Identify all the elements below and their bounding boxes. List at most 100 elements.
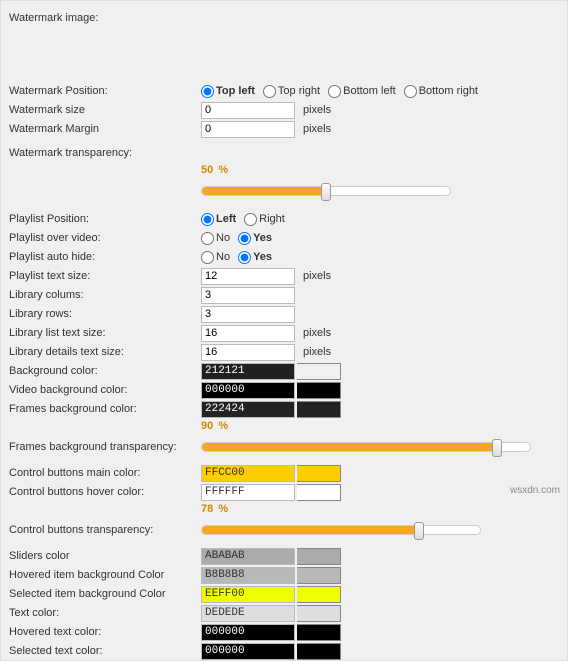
input-library-rows[interactable]: [201, 306, 295, 323]
swatch-selected-item-bg[interactable]: [297, 586, 341, 603]
input-library-list-text-size[interactable]: [201, 325, 295, 342]
footer-watermark: wsxdn.com: [510, 485, 560, 496]
row-frames-transparency: Frames background transparency:: [9, 438, 559, 456]
label-playlist-over-video: Playlist over video:: [9, 232, 201, 244]
value-control-transparency: 78 %: [201, 503, 559, 515]
radio-over-yes[interactable]: Yes: [238, 232, 272, 245]
slider-control-transparency[interactable]: [201, 522, 481, 538]
radio-bottom-right[interactable]: Bottom right: [404, 85, 478, 98]
radio-over-no[interactable]: No: [201, 232, 230, 245]
swatch-control-hover-color[interactable]: [297, 484, 341, 501]
row-background-color: Background color:: [9, 362, 559, 380]
label-playlist-position: Playlist Position:: [9, 213, 201, 225]
swatch-text-color[interactable]: [297, 605, 341, 622]
row-selected-text-color: Selected text color:: [9, 642, 559, 660]
input-background-color[interactable]: [201, 363, 295, 380]
radio-auto-yes[interactable]: Yes: [238, 251, 272, 264]
slider-watermark-transparency[interactable]: [201, 183, 451, 199]
label-watermark-position: Watermark Position:: [9, 85, 201, 97]
row-control-hover-color: Control buttons hover color:: [9, 483, 559, 501]
row-library-list-text-size: Library list text size: pixels: [9, 324, 559, 342]
input-watermark-size[interactable]: [201, 102, 295, 119]
swatch-video-background-color[interactable]: [297, 382, 341, 399]
input-watermark-margin[interactable]: [201, 121, 295, 138]
input-playlist-text-size[interactable]: [201, 268, 295, 285]
swatch-hovered-text-color[interactable]: [297, 624, 341, 641]
row-watermark-position: Watermark Position: Top left Top right B…: [9, 82, 559, 100]
value-watermark-transparency: 50 %: [201, 164, 559, 176]
label-library-rows: Library rows:: [9, 308, 201, 320]
swatch-frames-background-color[interactable]: [297, 401, 341, 418]
label-control-transparency: Control buttons transparency:: [9, 524, 201, 536]
radio-bottom-left-label: Bottom left: [343, 85, 396, 97]
unit-pixels: pixels: [303, 123, 331, 135]
label-hovered-text-color: Hovered text color:: [9, 626, 201, 638]
row-watermark-transparency: Watermark transparency:: [9, 144, 559, 162]
row-watermark-image: Watermark image:: [9, 9, 559, 27]
row-selected-item-bg: Selected item background Color: [9, 585, 559, 603]
row-frames-background-color: Frames background color:: [9, 400, 559, 418]
label-control-hover-color: Control buttons hover color:: [9, 486, 201, 498]
settings-panel: Watermark image: Watermark Position: Top…: [0, 0, 568, 661]
row-text-color: Text color:: [9, 604, 559, 622]
label-selected-text-color: Selected text color:: [9, 645, 201, 657]
input-library-details-text-size[interactable]: [201, 344, 295, 361]
radio-over-yes-label: Yes: [253, 232, 272, 244]
label-hovered-item-bg: Hovered item background Color: [9, 569, 201, 581]
slider-frames-transparency[interactable]: [201, 439, 531, 455]
input-sliders-color[interactable]: [201, 548, 295, 565]
row-control-transparency: Control buttons transparency:: [9, 521, 559, 539]
input-selected-item-bg[interactable]: [201, 586, 295, 603]
radio-right[interactable]: Right: [244, 213, 285, 226]
value-frames-transparency: 90 %: [201, 420, 559, 432]
label-library-columns: Library colums:: [9, 289, 201, 301]
label-frames-transparency: Frames background transparency:: [9, 441, 201, 453]
row-library-details-text-size: Library details text size: pixels: [9, 343, 559, 361]
radio-left-label: Left: [216, 213, 236, 225]
radio-bottom-left[interactable]: Bottom left: [328, 85, 396, 98]
radio-top-left[interactable]: Top left: [201, 85, 255, 98]
radio-auto-no-label: No: [216, 251, 230, 263]
radio-top-right[interactable]: Top right: [263, 85, 320, 98]
input-frames-background-color[interactable]: [201, 401, 295, 418]
input-video-background-color[interactable]: [201, 382, 295, 399]
label-control-main-color: Control buttons main color:: [9, 467, 201, 479]
label-text-color: Text color:: [9, 607, 201, 619]
input-selected-text-color[interactable]: [201, 643, 295, 660]
input-control-main-color[interactable]: [201, 465, 295, 482]
row-watermark-size: Watermark size pixels: [9, 101, 559, 119]
row-control-main-color: Control buttons main color:: [9, 464, 559, 482]
swatch-hovered-item-bg[interactable]: [297, 567, 341, 584]
row-video-background-color: Video background color:: [9, 381, 559, 399]
unit-pixels: pixels: [303, 346, 331, 358]
swatch-background-color[interactable]: [297, 363, 341, 380]
radio-left[interactable]: Left: [201, 213, 236, 226]
unit-pixels: pixels: [303, 104, 331, 116]
radio-bottom-right-label: Bottom right: [419, 85, 478, 97]
label-library-list-text-size: Library list text size:: [9, 327, 201, 339]
radio-top-left-label: Top left: [216, 85, 255, 97]
unit-pixels: pixels: [303, 270, 331, 282]
label-background-color: Background color:: [9, 365, 201, 377]
input-library-columns[interactable]: [201, 287, 295, 304]
label-watermark-size: Watermark size: [9, 104, 201, 116]
row-playlist-text-size: Playlist text size: pixels: [9, 267, 559, 285]
input-hovered-text-color[interactable]: [201, 624, 295, 641]
label-video-background-color: Video background color:: [9, 384, 201, 396]
swatch-control-main-color[interactable]: [297, 465, 341, 482]
radio-auto-yes-label: Yes: [253, 251, 272, 263]
row-hovered-text-color: Hovered text color:: [9, 623, 559, 641]
input-text-color[interactable]: [201, 605, 295, 622]
unit-pixels: pixels: [303, 327, 331, 339]
swatch-selected-text-color[interactable]: [297, 643, 341, 660]
radio-right-label: Right: [259, 213, 285, 225]
radio-over-no-label: No: [216, 232, 230, 244]
row-playlist-over-video: Playlist over video: No Yes: [9, 229, 559, 247]
input-hovered-item-bg[interactable]: [201, 567, 295, 584]
swatch-sliders-color[interactable]: [297, 548, 341, 565]
row-playlist-auto-hide: Playlist auto hide: No Yes: [9, 248, 559, 266]
input-control-hover-color[interactable]: [201, 484, 295, 501]
label-frames-background-color: Frames background color:: [9, 403, 201, 415]
label-playlist-auto-hide: Playlist auto hide:: [9, 251, 201, 263]
radio-auto-no[interactable]: No: [201, 251, 230, 264]
